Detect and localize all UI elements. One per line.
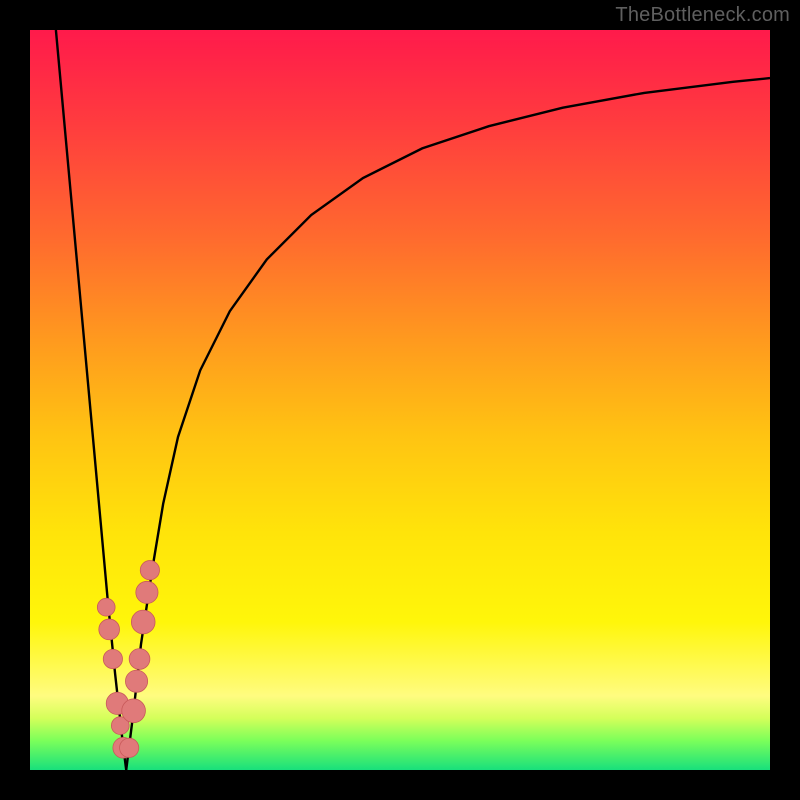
data-marker: [131, 610, 155, 634]
data-marker: [136, 581, 158, 603]
data-marker: [140, 561, 159, 580]
data-marker: [125, 670, 147, 692]
data-marker: [122, 699, 146, 723]
watermark-text: TheBottleneck.com: [615, 4, 790, 27]
data-marker: [99, 619, 120, 640]
data-marker: [120, 738, 139, 757]
chart-frame: TheBottleneck.com: [0, 0, 800, 800]
data-marker: [129, 649, 150, 670]
data-marker: [97, 598, 115, 616]
curve-right-branch: [126, 78, 770, 770]
plot-area: [30, 30, 770, 770]
chart-svg: [30, 30, 770, 770]
data-marker: [103, 649, 122, 668]
